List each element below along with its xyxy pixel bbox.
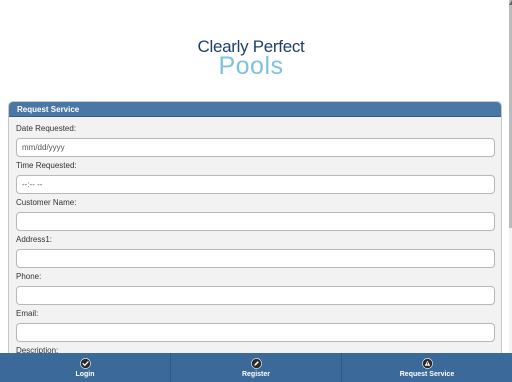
nav-request-service-button[interactable]: Request Service — [342, 353, 512, 382]
nav-login-button[interactable]: Login — [0, 353, 171, 382]
time-requested-label: Time Requested: — [16, 161, 77, 170]
email-input[interactable] — [16, 323, 495, 342]
request-form: Date Requested: Time Requested: Customer… — [9, 117, 501, 357]
bottom-navbar: Login Register Request Service — [0, 353, 512, 382]
alert-triangle-icon — [421, 358, 433, 369]
address1-input[interactable] — [16, 249, 495, 268]
phone-label: Phone: — [16, 272, 42, 281]
nav-request-service-label: Request Service — [399, 371, 455, 378]
date-requested-input[interactable] — [16, 138, 495, 157]
customer-name-input[interactable] — [16, 212, 495, 231]
request-service-panel: Request Service Date Requested: Time Req… — [8, 101, 502, 361]
nav-login-label: Login — [75, 371, 95, 378]
customer-name-label: Customer Name: — [16, 198, 77, 207]
check-circle-icon — [79, 358, 91, 369]
nav-register-button[interactable]: Register — [171, 353, 342, 382]
logo-line-2: Pools — [218, 52, 284, 80]
time-requested-input[interactable] — [16, 175, 495, 194]
date-requested-label: Date Requested: — [16, 124, 77, 133]
panel-title: Request Service — [9, 102, 501, 117]
nav-register-label: Register — [241, 371, 270, 378]
pencil-icon — [250, 358, 262, 369]
email-label: Email: — [16, 309, 39, 318]
phone-input[interactable] — [16, 286, 495, 305]
brand-logo: Clearly Perfect Pools — [0, 38, 502, 79]
address1-label: Address1: — [16, 235, 53, 244]
